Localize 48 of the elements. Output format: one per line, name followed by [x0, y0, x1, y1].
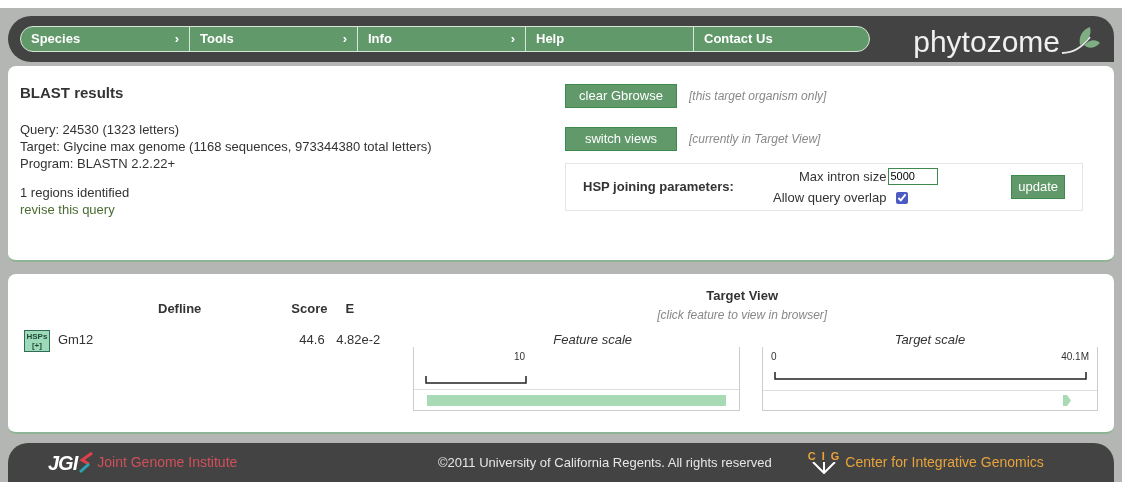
- action-note: [currently in Target View]: [689, 131, 821, 148]
- scale-tick-label: 40.1M: [1061, 350, 1089, 364]
- page-title: BLAST results: [20, 83, 125, 103]
- update-button[interactable]: update: [1011, 175, 1065, 199]
- e-value-cell-text: 4.82e-2: [336, 331, 382, 349]
- nav-menu-item[interactable]: Contact Us: [693, 27, 869, 51]
- copyright-text: ©2011 University of California Regents. All rights reserved: [438, 453, 772, 472]
- jgi-name: Joint Genome Institute: [97, 453, 238, 472]
- cig-name: Center for Integrative Genomics: [845, 453, 1044, 472]
- leaf-icon: [1060, 27, 1100, 57]
- view-title: Target View: [706, 287, 779, 305]
- phytozome-logo[interactable]: phytozome: [913, 21, 1100, 57]
- cig-letter: I: [821, 451, 825, 462]
- intron-size-field[interactable]: 5000: [888, 167, 939, 185]
- nav-menu-item[interactable]: Species ›: [21, 27, 189, 51]
- swoosh-icon: [79, 451, 94, 474]
- query-overlap-checkbox[interactable]: [896, 191, 909, 204]
- feature-scale-label: Feature scale: [553, 331, 632, 347]
- action-button[interactable]: switch views: [565, 127, 677, 151]
- query-info-line: Program: BLASTN 2.2.22+: [20, 154, 176, 172]
- hsp-label: HSP joining parameters:: [583, 178, 735, 197]
- cig-letter: C: [807, 451, 816, 462]
- feature-bar[interactable]: [427, 394, 727, 406]
- nav-menu-item[interactable]: Tools ›: [189, 27, 357, 51]
- query-info-line: Target: Glycine max genome (1168 sequences, 973344380 total letters): [20, 137, 433, 155]
- action-note: [this target organism only]: [689, 88, 827, 105]
- column-header: Score: [291, 300, 328, 318]
- hsps-expand-icon[interactable]: HSPs [+]: [24, 330, 50, 352]
- column-header: E: [345, 300, 355, 318]
- view-hint: [click feature to view in browser]: [657, 306, 828, 324]
- feature-marker[interactable]: [1063, 395, 1071, 406]
- revise-query-link[interactable]: revise this query: [20, 200, 565, 218]
- intron-size-label: Max intron size: [799, 167, 887, 186]
- query-info-line: Query: 24530 (1323 letters): [20, 120, 180, 138]
- scale-tick-label: 0: [771, 350, 777, 364]
- nav-menu-item[interactable]: Info ›: [357, 27, 525, 51]
- defline-cell-text: Gm12: [57, 331, 95, 349]
- query-overlap-label: Allow query overlap: [773, 189, 887, 207]
- scale-tick-label: 10: [514, 350, 525, 364]
- jgi-logo[interactable]: JGI: [48, 447, 78, 478]
- score-cell-text: 44.6: [299, 331, 326, 349]
- regions-count: 1 regions identified: [20, 183, 131, 201]
- column-header: Defline: [158, 300, 202, 318]
- branch-icon: [810, 462, 837, 474]
- cig-letter: G: [830, 451, 840, 462]
- nav-menu-item[interactable]: Help: [525, 27, 693, 51]
- action-button[interactable]: clear Gbrowse: [565, 84, 677, 108]
- target-scale-label: Target scale: [894, 331, 966, 347]
